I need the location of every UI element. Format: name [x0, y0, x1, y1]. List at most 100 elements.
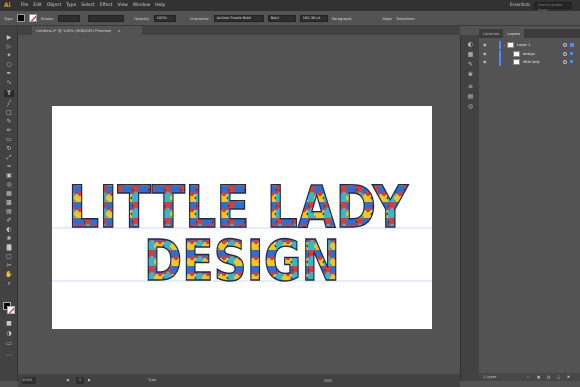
expand-chevron-icon[interactable]: ⌄: [503, 41, 506, 49]
pen-tool-icon[interactable]: ✒: [4, 70, 14, 77]
stroke-weight-field[interactable]: [58, 14, 81, 22]
transparency-panel-icon[interactable]: ◎: [466, 103, 475, 110]
menu-help[interactable]: Help: [155, 3, 165, 8]
direct-selection-tool-icon[interactable]: ▷: [4, 43, 14, 50]
document-tab[interactable]: Untitled-2* @ 100% (RGB/GPU Preview) ×: [32, 26, 142, 35]
stroke-color-icon[interactable]: [7, 306, 15, 314]
tab-layers[interactable]: Layers: [503, 29, 524, 38]
new-sublayer-icon[interactable]: ▤: [547, 373, 550, 381]
menu-window[interactable]: Window: [133, 3, 150, 8]
draw-mode-icon[interactable]: ◑: [4, 330, 14, 337]
pencil-tool-icon[interactable]: ✏: [4, 127, 14, 134]
artboard-navigation-next-icon[interactable]: ▶: [88, 374, 91, 387]
character-label[interactable]: Character:: [190, 16, 210, 21]
color-mode-icon[interactable]: ■: [4, 320, 14, 327]
slice-tool-icon[interactable]: ✂: [4, 262, 14, 269]
rectangle-tool-icon[interactable]: □: [4, 109, 14, 116]
symbols-panel-icon[interactable]: ❀: [466, 71, 475, 78]
font-style-field[interactable]: Bold: [267, 14, 296, 22]
paragraph-label[interactable]: Paragraph:: [332, 16, 353, 21]
zoom-tool-icon[interactable]: ⌕: [4, 280, 14, 287]
stroke-panel-icon[interactable]: ≡: [466, 83, 475, 90]
document-tab-title: Untitled-2* @ 100% (RGB/GPU Preview): [36, 28, 112, 33]
tab-libraries[interactable]: Libraries: [479, 29, 503, 38]
transform-label[interactable]: Transform: [396, 16, 415, 21]
symbol-sprayer-tool-icon[interactable]: ❀: [4, 235, 14, 242]
zoom-level-field[interactable]: 100%: [22, 377, 36, 384]
scale-tool-icon[interactable]: ⤢: [4, 154, 14, 161]
line-tool-icon[interactable]: ╱: [4, 100, 14, 107]
stroke-swatch[interactable]: [28, 14, 37, 22]
visibility-eye-icon[interactable]: ◉: [483, 59, 489, 65]
gradient-panel-icon[interactable]: ▤: [466, 93, 475, 100]
type-tool-icon[interactable]: T: [4, 90, 14, 97]
free-transform-tool-icon[interactable]: ▣: [4, 172, 14, 179]
font-size-field[interactable]: 162.36 pt: [299, 14, 328, 22]
menu-effect[interactable]: Effect: [100, 3, 113, 8]
artboard-number-field[interactable]: 1: [76, 377, 84, 384]
edit-toolbar-icon[interactable]: ⋯: [4, 352, 14, 359]
align-label[interactable]: Align: [382, 16, 392, 21]
artboard-navigation-prev-icon[interactable]: ◀: [66, 374, 69, 387]
gradient-tool-icon[interactable]: ▤: [4, 208, 14, 215]
visibility-eye-icon[interactable]: ◉: [483, 42, 489, 48]
stock-search-input[interactable]: Search Adobe Stock: [534, 2, 572, 12]
locate-object-icon[interactable]: ⌕: [527, 373, 529, 381]
hand-tool-icon[interactable]: ✋: [4, 271, 14, 278]
perspective-grid-tool-icon[interactable]: ▦: [4, 190, 14, 197]
horizontal-scroll-thumb[interactable]: [324, 379, 332, 382]
paintbrush-tool-icon[interactable]: ✎: [4, 118, 14, 125]
mesh-tool-icon[interactable]: ▩: [4, 199, 14, 206]
stroke-label: Stroke:: [40, 15, 55, 21]
menu-view[interactable]: View: [117, 3, 127, 8]
selection-tool-icon[interactable]: ▶: [4, 34, 14, 41]
layer-row-design[interactable]: ◉ design: [479, 50, 580, 58]
layer-row-little-lady[interactable]: ◉ little lady: [479, 58, 580, 66]
rotate-tool-icon[interactable]: ↻: [4, 145, 14, 152]
visibility-eye-icon[interactable]: ◉: [483, 51, 489, 57]
layer-name[interactable]: Layer 1: [517, 41, 530, 49]
opacity-field[interactable]: 100%: [153, 14, 176, 22]
layer-name[interactable]: design: [523, 50, 535, 58]
eyedropper-tool-icon[interactable]: ✐: [4, 217, 14, 224]
font-family-field[interactable]: Autism Puzzle Bold: [213, 14, 264, 22]
fill-swatch[interactable]: [16, 14, 25, 22]
artboard[interactable]: LITTLE LADY DESIGN: [52, 106, 432, 329]
magic-wand-tool-icon[interactable]: ✦: [4, 52, 14, 59]
selection-indicator[interactable]: [570, 60, 573, 63]
clipping-mask-icon[interactable]: ▣: [537, 373, 540, 381]
menu-type[interactable]: Type: [66, 3, 76, 8]
curvature-tool-icon[interactable]: ∿: [4, 79, 14, 86]
variable-width-dropdown[interactable]: [88, 14, 125, 22]
blend-tool-icon[interactable]: ◐: [4, 226, 14, 233]
menu-edit[interactable]: Edit: [33, 3, 42, 8]
new-layer-icon[interactable]: □: [557, 373, 560, 381]
screen-mode-icon[interactable]: ▭: [4, 340, 14, 347]
opacity-label[interactable]: Opacity:: [134, 16, 150, 21]
brushes-panel-icon[interactable]: ✎: [466, 61, 475, 68]
selection-indicator[interactable]: [570, 52, 573, 55]
canvas-area[interactable]: LITTLE LADY DESIGN: [18, 35, 477, 374]
layer-name[interactable]: little lady: [523, 58, 540, 66]
column-graph-tool-icon[interactable]: ▇: [4, 244, 14, 251]
shape-builder-tool-icon[interactable]: ◎: [4, 181, 14, 188]
menu-file[interactable]: File: [21, 3, 28, 8]
width-tool-icon[interactable]: ≈: [4, 163, 14, 170]
target-circle-icon[interactable]: [563, 52, 567, 56]
menu-select[interactable]: Select: [81, 3, 95, 8]
workspace-switcher[interactable]: Essentials: [510, 2, 530, 7]
selection-indicator[interactable]: [570, 43, 574, 47]
layers-panel-footer: 1 Layer ⌕ ▣ ▤ □ ✖: [479, 373, 580, 381]
menu-object[interactable]: Object: [47, 3, 61, 8]
close-tab-icon[interactable]: ×: [118, 28, 121, 33]
eraser-tool-icon[interactable]: ▭: [4, 136, 14, 143]
target-circle-icon[interactable]: [563, 43, 567, 47]
color-panel-icon[interactable]: ◐: [466, 41, 475, 48]
lasso-tool-icon[interactable]: ○: [4, 61, 14, 68]
swatches-panel-icon[interactable]: ▦: [466, 51, 475, 58]
selection-type-label: Type: [4, 15, 13, 21]
artboard-tool-icon[interactable]: ▢: [4, 253, 14, 260]
delete-layer-icon[interactable]: ✖: [567, 373, 570, 381]
target-circle-icon[interactable]: [563, 60, 567, 64]
layer-row-layer-1[interactable]: ◉ ⌄ Layer 1: [479, 41, 580, 49]
